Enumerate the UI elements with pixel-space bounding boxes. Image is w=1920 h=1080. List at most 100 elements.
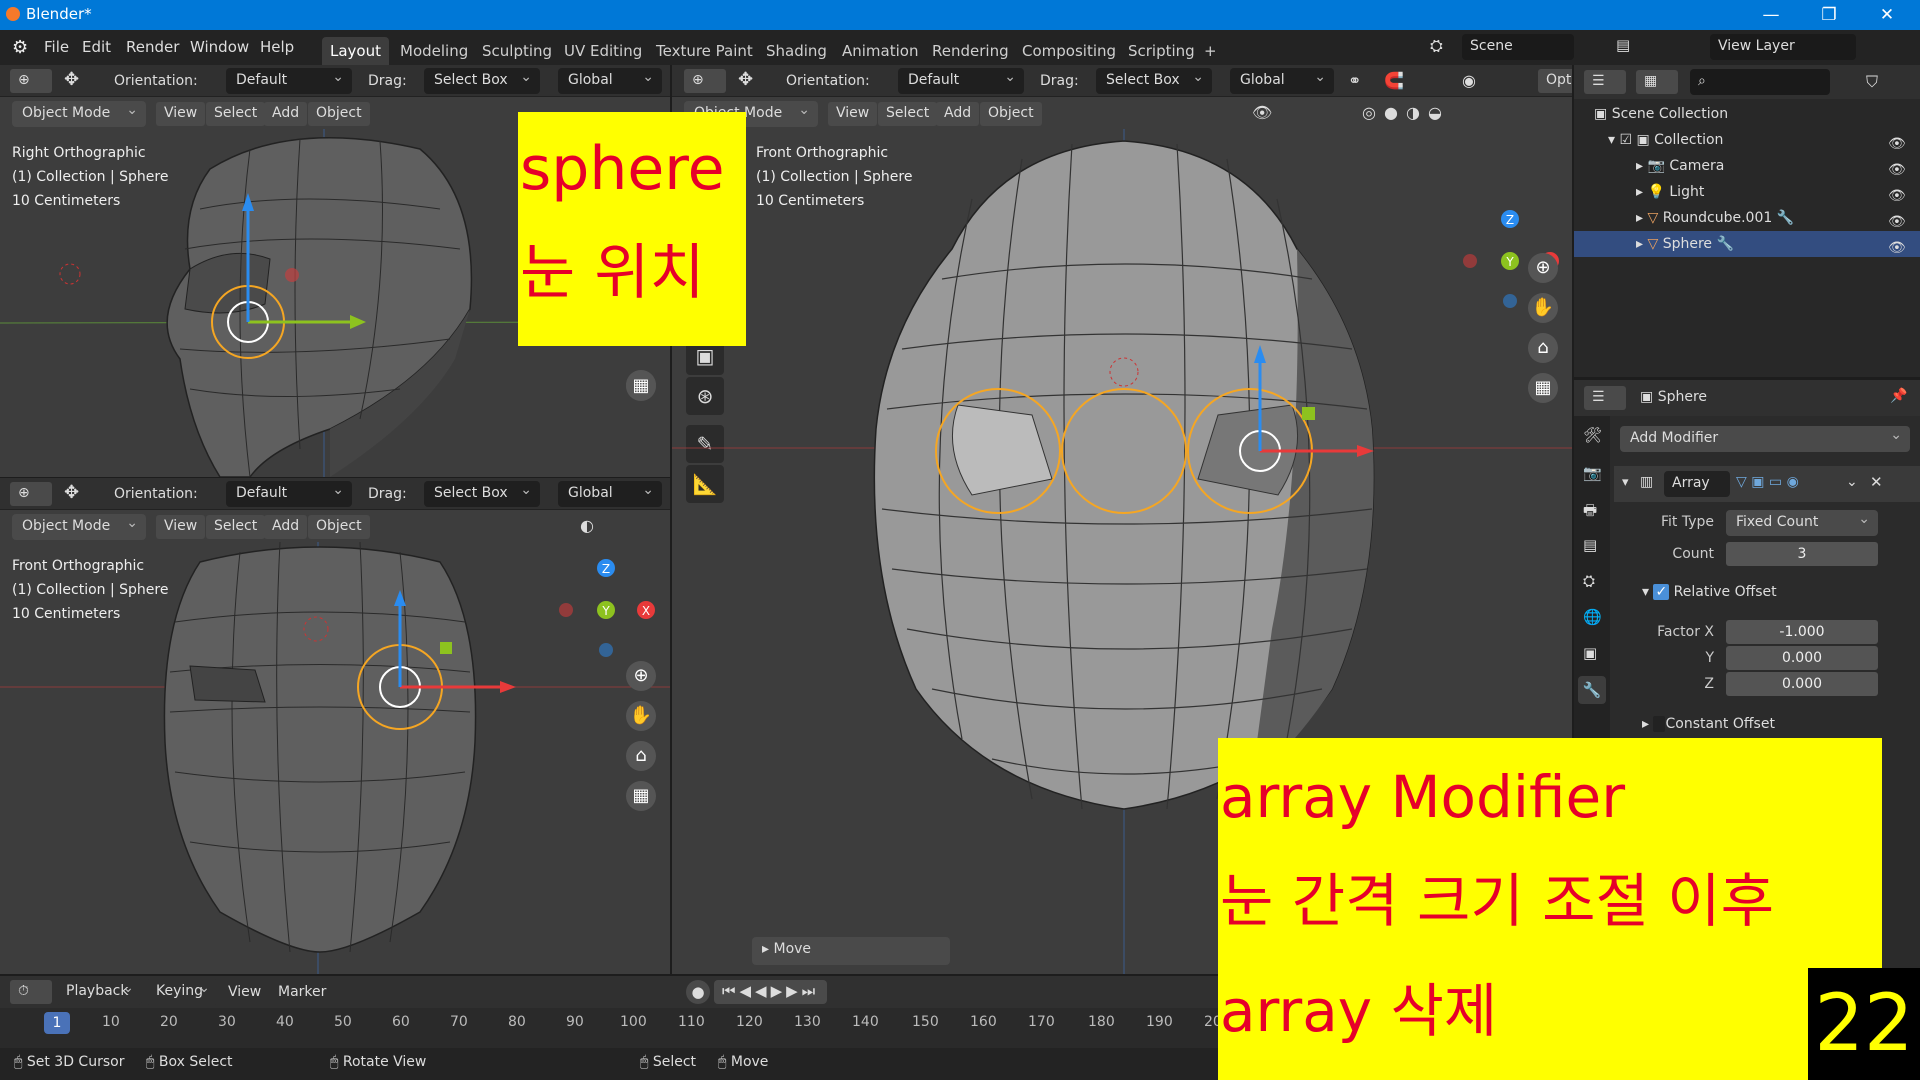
select-menu[interactable]: Select	[206, 515, 266, 539]
count-field[interactable]: 3	[1726, 542, 1878, 566]
visibility-eye-icons[interactable]: 👁 👁 👁 👁 👁	[1888, 131, 1906, 261]
view-layer-icon[interactable]: ▤	[1616, 36, 1630, 54]
tab-shading[interactable]: Shading	[758, 37, 835, 65]
material-shading-icon[interactable]: ◑	[1406, 103, 1420, 122]
transform-orientation-dropdown[interactable]: Global	[558, 68, 662, 94]
remove-modifier-icon[interactable]: ✕	[1870, 473, 1883, 491]
object-menu[interactable]: Object	[308, 102, 370, 126]
close-window-button[interactable]: ✕	[1864, 2, 1910, 28]
view-menu[interactable]: View	[828, 102, 878, 126]
snap-icon[interactable]: 🧲	[1384, 71, 1404, 90]
transform-orientation-dropdown[interactable]: Global	[1230, 68, 1334, 94]
view-menu[interactable]: View	[156, 102, 206, 126]
menu-file[interactable]: File	[44, 38, 69, 56]
select-menu[interactable]: Select	[206, 102, 266, 126]
blender-menu-icon[interactable]: ⚙	[12, 37, 28, 58]
view-menu[interactable]: View	[156, 515, 206, 539]
display-mode-button[interactable]: ▦	[1636, 70, 1678, 94]
orientation-dropdown[interactable]: Default	[226, 481, 352, 507]
record-button[interactable]: ●	[686, 980, 710, 1004]
outliner-item-collection[interactable]: ▾ ☑ ▣ Collection	[1608, 127, 1723, 153]
factor-y-field[interactable]: 0.000	[1726, 646, 1878, 670]
add-modifier-dropdown[interactable]: Add Modifier	[1620, 426, 1910, 452]
editor-type-button[interactable]: ⊕	[10, 482, 52, 506]
scene-selector[interactable]: Scene	[1462, 34, 1574, 60]
fit-type-dropdown[interactable]: Fixed Count	[1726, 510, 1878, 536]
orientation-dropdown[interactable]: Default	[226, 68, 352, 94]
transform-orientation-dropdown[interactable]: Global	[558, 481, 662, 507]
outliner-item-roundcube[interactable]: ▸ ▽ Roundcube.001 🔧	[1636, 205, 1794, 231]
modifier-name-input[interactable]: Array	[1664, 471, 1730, 497]
solid-shading-icon[interactable]: ●	[1384, 103, 1398, 122]
move-tool-icon[interactable]: ✥	[64, 69, 79, 90]
tab-texture-paint[interactable]: Texture Paint	[648, 37, 761, 65]
edit-mode-toggle-icon[interactable]: ▽ ▣ ▭ ◉	[1736, 474, 1799, 490]
outliner-item-sphere[interactable]: ▸ ▽ Sphere 🔧	[1574, 231, 1920, 257]
camera-view-icon[interactable]: ⌂	[626, 741, 656, 771]
rendered-shading-icon[interactable]: ◒	[1428, 103, 1442, 122]
pivot-icon[interactable]: ⚭	[1348, 71, 1361, 90]
select-menu[interactable]: Select	[878, 102, 938, 126]
tab-modeling[interactable]: Modeling	[392, 37, 476, 65]
maximize-button[interactable]: ❐	[1806, 2, 1852, 28]
filter-icon[interactable]: ⛉	[1866, 72, 1878, 92]
outliner-item-camera[interactable]: ▸ 📷 Camera	[1636, 153, 1724, 179]
minimize-button[interactable]: —	[1748, 2, 1794, 28]
outliner-item-light[interactable]: ▸ 💡 Light	[1636, 179, 1704, 205]
tool-tab-icon[interactable]: 🛠	[1583, 426, 1602, 444]
ortho-toggle-icon[interactable]: ▦	[626, 371, 656, 401]
visibility-icon[interactable]: 👁	[1252, 103, 1272, 122]
orientation-dropdown[interactable]: Default	[898, 68, 1024, 94]
add-menu[interactable]: Add	[264, 102, 308, 126]
editor-type-button[interactable]: ⊕	[10, 69, 52, 93]
relative-offset-toggle[interactable]: ▾ ✓ Relative Offset	[1642, 584, 1777, 600]
editor-type-button[interactable]: ☰	[1584, 386, 1626, 410]
object-menu[interactable]: Object	[980, 102, 1042, 126]
view-menu[interactable]: View	[228, 984, 261, 1000]
editor-type-button[interactable]: ☰	[1584, 70, 1626, 94]
modifier-tab-icon[interactable]: 🔧	[1578, 676, 1606, 704]
ortho-grid-icon[interactable]: ▦	[1528, 373, 1558, 403]
move-tool-icon[interactable]: ✥	[738, 69, 753, 90]
pan-hand-icon[interactable]: ✋	[626, 701, 656, 731]
menu-window[interactable]: Window	[190, 38, 249, 56]
add-menu[interactable]: Add	[936, 102, 980, 126]
pan-hand-icon[interactable]: ✋	[1528, 293, 1558, 323]
proportional-edit-icon[interactable]: ◉	[1462, 71, 1476, 90]
view-layer-selector[interactable]: View Layer	[1710, 34, 1856, 60]
last-operator-panel[interactable]: ▸ Move	[752, 937, 950, 965]
tab-sculpting[interactable]: Sculpting	[474, 37, 560, 65]
wireframe-shading-icon[interactable]: ◎	[1362, 103, 1376, 122]
outliner-root[interactable]: ▣ Scene Collection	[1594, 101, 1728, 127]
menu-edit[interactable]: Edit	[82, 38, 111, 56]
menu-render[interactable]: Render	[126, 38, 179, 56]
output-tab-icon[interactable]: 🖶	[1583, 500, 1597, 525]
constant-offset-toggle[interactable]: ▸ Constant Offset	[1642, 716, 1775, 732]
editor-type-button[interactable]: ⊕	[684, 69, 726, 93]
drag-dropdown[interactable]: Select Box	[1096, 68, 1212, 94]
object-mode-dropdown[interactable]: Object Mode	[12, 101, 146, 127]
render-tab-icon[interactable]: 📷	[1583, 464, 1602, 482]
zoom-icon[interactable]: ⊕	[626, 661, 656, 691]
zoom-icon[interactable]: ⊕	[1528, 253, 1558, 283]
scene-tab-icon[interactable]: ⛭	[1583, 572, 1595, 590]
view-layer-tab-icon[interactable]: ▤	[1583, 536, 1597, 554]
object-menu[interactable]: Object	[308, 515, 370, 539]
editor-type-button[interactable]: ⏱	[10, 980, 52, 1004]
menu-help[interactable]: Help	[260, 38, 294, 56]
move-tool-icon[interactable]: ✥	[64, 482, 79, 503]
object-tab-icon[interactable]: ▣	[1583, 644, 1597, 662]
scene-icon[interactable]: ⛭	[1430, 36, 1443, 56]
shading-solid-icon[interactable]: ◐	[580, 516, 594, 535]
viewport-front-ortho-small[interactable]: ⊕ ✥ Orientation: Default Drag: Select Bo…	[0, 478, 670, 974]
playback-menu[interactable]: Playback	[56, 979, 142, 1005]
tab-layout[interactable]: Layout	[322, 37, 389, 65]
drag-dropdown[interactable]: Select Box	[424, 481, 540, 507]
pin-icon[interactable]: 📌	[1890, 388, 1907, 404]
outliner-search-input[interactable]: ⌕	[1690, 69, 1830, 95]
playback-controls[interactable]: ⏮◀◀▶▶⏭	[714, 980, 828, 1004]
object-mode-dropdown[interactable]: Object Mode	[12, 514, 146, 540]
world-tab-icon[interactable]: 🌐	[1583, 608, 1602, 626]
tab-rendering[interactable]: Rendering	[924, 37, 1017, 65]
modifier-menu-icon[interactable]: ⌄	[1846, 474, 1858, 490]
